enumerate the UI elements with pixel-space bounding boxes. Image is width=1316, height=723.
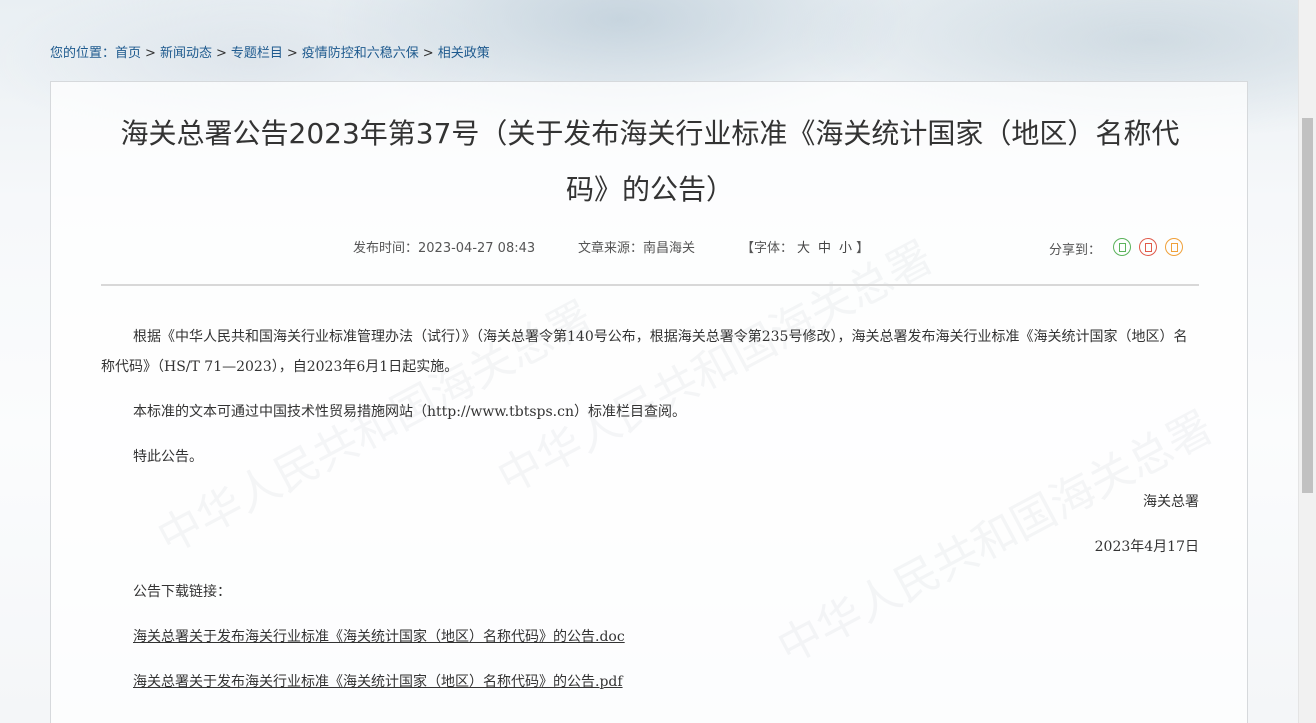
breadcrumb-separator: > <box>422 46 434 61</box>
body-paragraph: 根据《中华人民共和国海关行业标准管理办法（试行）》（海关总署令第140号公布，根… <box>101 329 1188 375</box>
title-divider <box>101 284 1199 286</box>
download-item: 海关总署关于发布海关行业标准《海关统计国家（地区）名称代码》的公告.doc <box>101 622 1199 652</box>
breadcrumb-news[interactable]: 新闻动态 <box>160 46 212 61</box>
scrollbar-thumb[interactable] <box>1302 118 1313 493</box>
share-icons <box>1113 238 1191 260</box>
breadcrumb: 您的位置：首页 > 新闻动态 > 专题栏目 > 疫情防控和六稳六保 > 相关政策 <box>50 42 490 61</box>
download-label: 公告下载链接： <box>133 584 231 600</box>
breadcrumb-prefix: 您的位置： <box>50 46 116 61</box>
publish-time: 发布时间：2023-04-27 08:43 <box>353 241 536 256</box>
article-panel: 中华人民共和国海关总署 中华人民共和国海关总署 中华人民共和国海关总署 海关总署… <box>50 81 1248 723</box>
article-title: 海关总署公告2023年第37号（关于发布海关行业标准《海关统计国家（地区）名称代… <box>120 117 1180 206</box>
article-meta: 发布时间：2023-04-27 08:43 文章来源：南昌海关 【字体：大中小】… <box>51 237 1249 261</box>
breadcrumb-policies[interactable]: 相关政策 <box>438 46 490 61</box>
download-link-doc[interactable]: 海关总署关于发布海关行业标准《海关统计国家（地区）名称代码》的公告.doc <box>133 629 625 645</box>
article-body: 根据《中华人民共和国海关行业标准管理办法（试行）》（海关总署令第140号公布，根… <box>101 322 1199 712</box>
breadcrumb-separator: > <box>215 46 227 61</box>
download-link-pdf[interactable]: 海关总署关于发布海关行业标准《海关统计国家（地区）名称代码》的公告.pdf <box>133 674 623 690</box>
font-size-medium[interactable]: 中 <box>818 241 831 256</box>
font-size-large[interactable]: 大 <box>797 241 810 256</box>
breadcrumb-topics[interactable]: 专题栏目 <box>231 46 283 61</box>
font-size-switcher: 【字体：大中小】 <box>741 237 869 256</box>
page-scrollbar[interactable] <box>1298 0 1316 723</box>
body-paragraph: 特此公告。 <box>133 449 203 465</box>
qzone-share-icon[interactable] <box>1165 238 1183 256</box>
font-size-close: 】 <box>856 241 870 256</box>
breadcrumb-home[interactable]: 首页 <box>115 46 141 61</box>
font-size-label: 【字体： <box>741 241 794 256</box>
share-label: 分享到： <box>1049 243 1102 258</box>
article-source: 文章来源：南昌海关 <box>578 241 696 256</box>
breadcrumb-epidemic[interactable]: 疫情防控和六稳六保 <box>302 46 419 61</box>
font-size-small[interactable]: 小 <box>839 241 852 256</box>
body-paragraph: 本标准的文本可通过中国技术性贸易措施网站（http://www.tbtsps.c… <box>133 404 686 420</box>
issue-date: 2023年4月17日 <box>1094 539 1199 555</box>
wechat-share-icon[interactable] <box>1113 238 1131 256</box>
signature: 海关总署 <box>1143 494 1199 510</box>
download-item: 海关总署关于发布海关行业标准《海关统计国家（地区）名称代码》的公告.pdf <box>101 667 1199 697</box>
weibo-share-icon[interactable] <box>1139 238 1157 256</box>
breadcrumb-separator: > <box>286 46 298 61</box>
breadcrumb-separator: > <box>145 46 156 61</box>
